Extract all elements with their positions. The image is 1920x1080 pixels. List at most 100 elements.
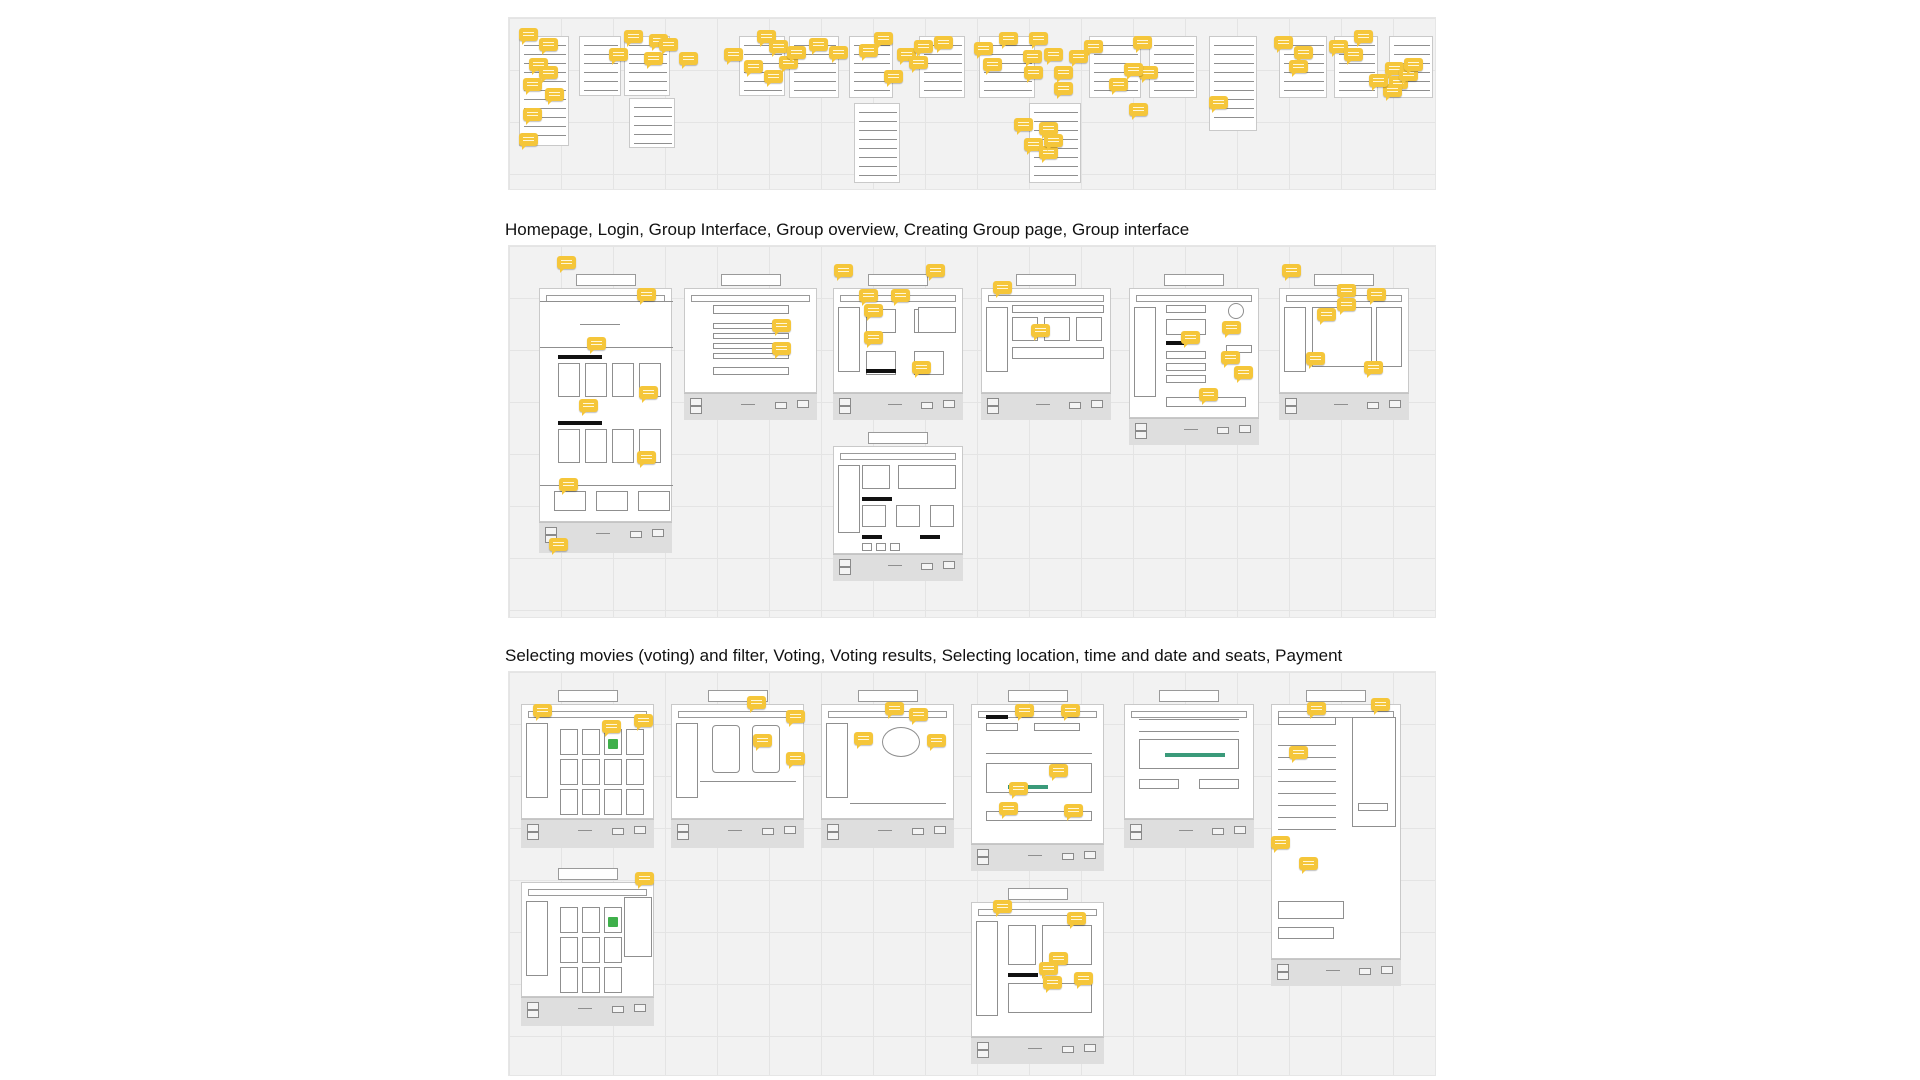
footer-text-line <box>1334 404 1348 405</box>
wireframe-screen <box>1124 704 1254 819</box>
note-tail <box>638 885 642 889</box>
note-tail <box>1374 711 1378 715</box>
note-tail <box>522 146 526 150</box>
comment-sticky-note-icon <box>523 78 542 95</box>
footer-text-line <box>577 830 592 831</box>
footer-text-line <box>727 830 742 831</box>
comment-sticky-note-icon <box>1371 698 1390 715</box>
footer-block <box>1062 853 1074 860</box>
screen-title-tab <box>857 690 918 702</box>
poster-card <box>582 789 600 815</box>
footer-block <box>677 832 689 840</box>
comment-sticky-note-icon <box>927 734 946 751</box>
comment-sticky-note-icon <box>1271 836 1290 853</box>
comment-sticky-note-icon <box>891 289 910 306</box>
footer-strip <box>981 393 1111 420</box>
screen-title-tab <box>1007 690 1068 702</box>
nav-bar <box>1131 711 1247 718</box>
note-tail <box>637 727 641 731</box>
footer-strip <box>671 819 804 848</box>
note-tail <box>1072 63 1076 67</box>
text-line <box>1214 54 1254 55</box>
footer-block <box>934 826 946 834</box>
divider <box>1139 719 1239 720</box>
comment-sticky-note-icon <box>747 696 766 713</box>
note-tail <box>1386 97 1390 101</box>
comment-sticky-note-icon <box>787 46 806 63</box>
text-line <box>1154 72 1194 73</box>
text-line <box>1284 81 1324 82</box>
footer-block <box>943 561 955 569</box>
note-tail <box>1012 795 1016 799</box>
comment-sticky-note-icon <box>1133 36 1152 53</box>
sidebar-panel <box>826 723 848 798</box>
note-tail <box>857 745 861 749</box>
comment-sticky-note-icon <box>1209 96 1228 113</box>
section-title-voting-payment: Selecting movies (voting) and filter, Vo… <box>505 646 1343 665</box>
poster-card <box>582 967 600 993</box>
note-tail <box>1277 49 1281 53</box>
note-tail <box>548 101 552 105</box>
note-tail <box>560 269 564 273</box>
nav-bar <box>988 295 1104 302</box>
text-line <box>1094 54 1138 55</box>
section-heading-bar <box>986 715 1008 719</box>
comment-sticky-note-icon <box>545 88 564 105</box>
pay-button <box>1358 803 1388 811</box>
comment-sticky-note-icon <box>874 32 893 49</box>
comment-sticky-note-icon <box>834 264 853 281</box>
note-tail <box>862 57 866 61</box>
nav-bar <box>1136 295 1252 302</box>
footer-block <box>1389 400 1401 408</box>
footer-block <box>839 559 851 567</box>
text-line <box>584 81 618 82</box>
footer-block <box>1277 972 1289 980</box>
note-tail <box>996 294 1000 298</box>
footer-strip <box>833 554 963 581</box>
comment-sticky-note-icon <box>1129 103 1148 120</box>
text-line <box>634 107 672 108</box>
footer-block <box>677 824 689 832</box>
footer-text-line <box>740 404 755 405</box>
comment-sticky-note-icon <box>1234 366 1253 383</box>
poster-card <box>560 729 578 755</box>
comment-sticky-note-icon <box>1367 288 1386 305</box>
form-field <box>1166 305 1206 313</box>
comment-sticky-note-icon <box>1061 704 1080 721</box>
screen-title-tab <box>1016 274 1076 286</box>
detail-box <box>1008 925 1036 965</box>
footer-text-line <box>888 565 902 566</box>
comment-sticky-note-icon <box>999 802 1018 819</box>
wireframe-screen <box>981 288 1111 393</box>
note-tail <box>522 41 526 45</box>
text-line <box>1214 90 1254 91</box>
footer-block <box>839 406 851 414</box>
note-tail <box>867 344 871 348</box>
footer-block <box>1135 431 1147 439</box>
screen-title-tab <box>557 690 618 702</box>
footer-block <box>545 527 557 535</box>
text-line <box>859 139 897 140</box>
comment-sticky-note-icon <box>926 264 945 281</box>
note-tail <box>1034 337 1038 341</box>
comment-sticky-note-icon <box>1049 764 1068 781</box>
screen-title-tab <box>1007 888 1068 900</box>
poster-card <box>930 505 954 527</box>
note-tail <box>929 277 933 281</box>
text-line <box>984 90 1032 91</box>
footer-text-line <box>1326 970 1340 971</box>
footer-block <box>634 826 646 834</box>
note-tail <box>996 913 1000 917</box>
note-tail <box>627 43 631 47</box>
note-tail <box>912 721 916 725</box>
seat-row <box>1165 753 1225 757</box>
wireframe-screen <box>833 446 963 554</box>
text-line <box>1394 54 1430 55</box>
text-line <box>1154 45 1194 46</box>
note-tail <box>1018 717 1022 721</box>
footer-block <box>977 1050 989 1058</box>
text-line <box>854 90 890 91</box>
comment-sticky-note-icon <box>829 46 848 63</box>
comment-sticky-note-icon <box>637 288 656 305</box>
text-line <box>629 72 667 73</box>
